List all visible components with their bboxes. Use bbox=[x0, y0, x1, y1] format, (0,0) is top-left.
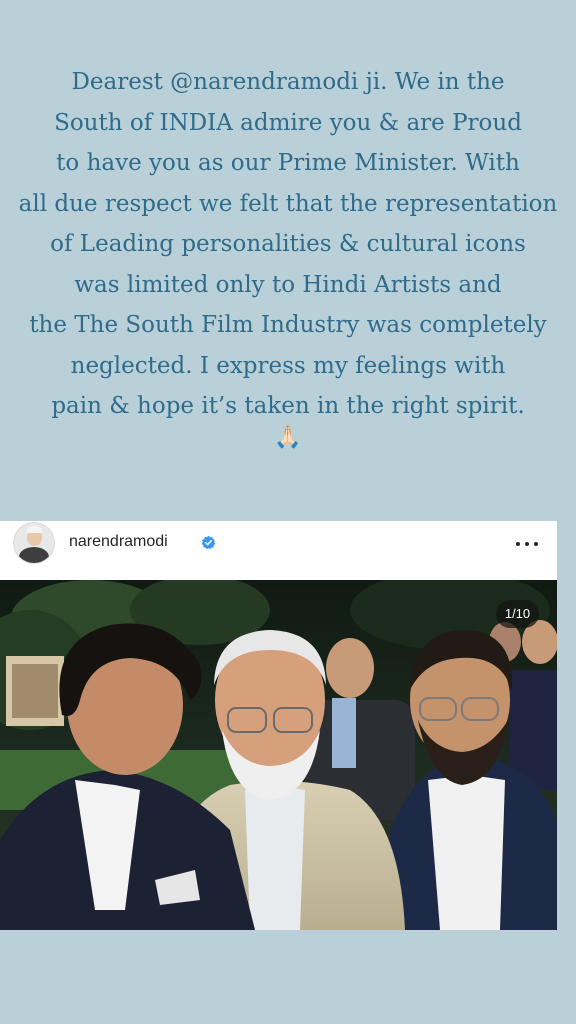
instagram-post-card[interactable]: narendramodi 1/10 bbox=[0, 521, 557, 930]
profile-avatar[interactable] bbox=[14, 523, 54, 563]
caption-line: to have you as our Prime Minister. With bbox=[56, 150, 520, 176]
post-photo[interactable]: 1/10 bbox=[0, 580, 557, 930]
folded-hands-emoji: 🙏🏻 bbox=[274, 425, 302, 450]
story-caption: Dearest @narendramodi ji. We in the Sout… bbox=[0, 62, 576, 427]
caption-line: of Leading personalities & cultural icon… bbox=[50, 231, 526, 257]
caption-line: Dearest @narendramodi ji. We in the bbox=[71, 69, 505, 95]
caption-line: the The South Film Industry was complete… bbox=[29, 312, 547, 338]
caption-line: all due respect we felt that the represe… bbox=[18, 190, 558, 217]
caption-line: was limited only to Hindi Artists and bbox=[74, 271, 502, 298]
photo-illustration bbox=[0, 580, 557, 930]
more-options-icon[interactable] bbox=[516, 542, 538, 548]
caption-line: pain & hope it’s taken in the right spir… bbox=[51, 393, 525, 419]
photo-counter-badge: 1/10 bbox=[496, 600, 539, 628]
caption-line: South of INDIA admire you & are Proud bbox=[54, 109, 522, 136]
verified-badge-icon bbox=[201, 535, 216, 550]
post-username[interactable]: narendramodi bbox=[69, 533, 168, 551]
caption-line: neglected. I express my feelings with bbox=[70, 352, 506, 379]
post-header: narendramodi bbox=[0, 521, 557, 579]
